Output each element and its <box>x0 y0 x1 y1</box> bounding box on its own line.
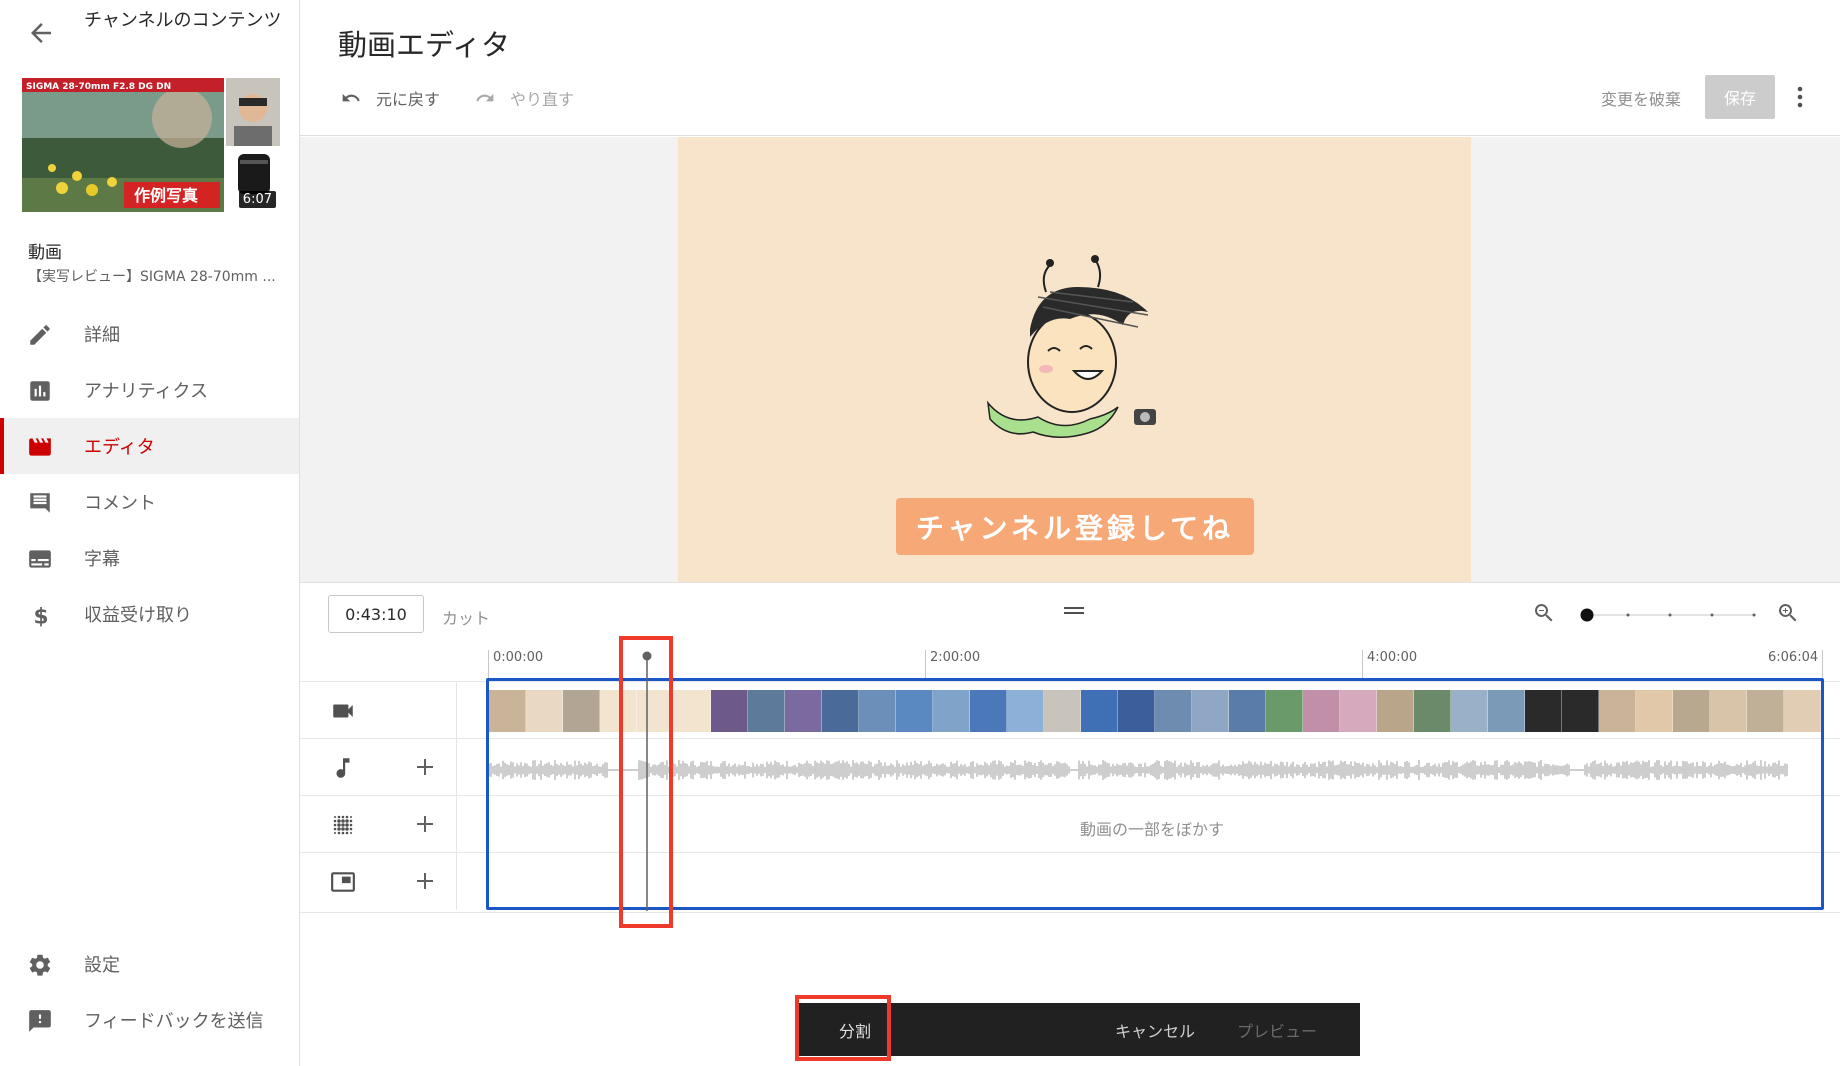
ruler-label: 0:00:00 <box>493 650 544 665</box>
mode-label: カット <box>442 609 491 628</box>
feedback-icon <box>27 1008 53 1034</box>
sidebar-item-label: 詳細 <box>84 325 120 346</box>
ruler-tick <box>1362 650 1363 680</box>
sidebar-item-details[interactable]: 詳細 <box>0 306 299 362</box>
end-screen-icon <box>330 869 356 895</box>
analytics-icon <box>27 378 53 404</box>
zoom-out-icon[interactable] <box>1532 601 1556 625</box>
video-section-label: 動画 <box>28 243 62 263</box>
sidebar-item-label: アナリティクス <box>84 381 209 402</box>
sidebar-item-label: 収益受け取り <box>84 605 192 626</box>
zoom-in-icon[interactable] <box>1776 601 1800 625</box>
undo-label: 元に戻す <box>376 90 441 109</box>
thumbnail-header-text: SIGMA 28-70mm F2.8 DG DN <box>26 82 171 92</box>
tracks-divider <box>300 912 1840 913</box>
video-thumbnail[interactable]: SIGMA 28-70mm F2.8 DG DN 作例写真 <box>22 78 224 212</box>
end-screen-track-header <box>300 853 457 910</box>
video-track-header <box>300 682 457 739</box>
clapperboard-icon <box>27 434 53 460</box>
redo-button[interactable]: やり直す <box>472 84 574 112</box>
music-note-icon <box>330 755 356 781</box>
undo-button[interactable]: 元に戻す <box>338 84 440 112</box>
sidebar-item-analytics[interactable]: アナリティクス <box>0 362 299 418</box>
sidebar-item-label: 字幕 <box>84 549 120 570</box>
sidebar-item-settings[interactable]: 設定 <box>0 936 299 992</box>
redo-label: やり直す <box>510 90 575 109</box>
resize-handle-icon[interactable] <box>1064 601 1084 614</box>
playhead[interactable] <box>642 651 652 911</box>
sidebar-item-monetization[interactable]: $ 収益受け取り <box>0 586 299 642</box>
zoom-slider[interactable] <box>1580 607 1760 622</box>
sidebar-item-feedback[interactable]: フィードバックを送信 <box>0 992 299 1048</box>
preview-button[interactable]: プレビュー <box>1237 1003 1317 1056</box>
sidebar-item-subtitles[interactable]: 字幕 <box>0 530 299 586</box>
add-blur-icon[interactable] <box>414 813 436 835</box>
comment-icon <box>27 490 53 516</box>
current-time-input[interactable]: 0:43:10 <box>328 595 424 633</box>
page-title: 動画エディタ <box>338 28 510 62</box>
discard-changes-button[interactable]: 変更を破棄 <box>1601 86 1681 110</box>
svg-text:$: $ <box>34 605 49 628</box>
pencil-icon <box>27 322 53 348</box>
blur-track-header <box>300 796 457 853</box>
back-arrow-icon[interactable] <box>26 18 56 48</box>
video-thumbnail-side: 6:07 <box>226 78 280 212</box>
sidebar-item-label: フィードバックを送信 <box>84 1011 264 1032</box>
sidebar-item-comments[interactable]: コメント <box>0 474 299 530</box>
sidebar-item-editor[interactable]: エディタ <box>0 418 299 474</box>
subtitles-icon <box>27 546 53 572</box>
sidebar: チャンネルのコンテンツ SIGMA 28-70mm F2.8 DG DN 作例写… <box>0 0 300 1066</box>
video-preview-frame[interactable]: チャンネル登録してね <box>678 137 1471 582</box>
video-camera-icon <box>330 698 356 724</box>
ruler-tick <box>925 650 926 680</box>
more-options-icon[interactable] <box>1794 82 1806 112</box>
zoom-slider-knob[interactable] <box>1580 608 1594 622</box>
timeline-clip-selection[interactable] <box>486 678 1824 910</box>
subscribe-banner: チャンネル登録してね <box>896 498 1254 555</box>
add-audio-icon[interactable] <box>414 756 436 778</box>
sidebar-item-label: コメント <box>84 493 156 514</box>
video-preview-area: チャンネル登録してね <box>300 137 1840 582</box>
edit-action-bar: 分割 キャンセル プレビュー <box>795 1003 1360 1056</box>
ruler-label: 4:00:00 <box>1367 650 1418 665</box>
cancel-button[interactable]: キャンセル <box>1115 1003 1195 1056</box>
sidebar-item-label: エディタ <box>84 437 155 458</box>
gear-icon <box>27 952 53 978</box>
channel-content-title[interactable]: チャンネルのコンテンツ <box>84 10 284 32</box>
ruler-label: 2:00:00 <box>930 650 981 665</box>
add-end-screen-icon[interactable] <box>414 870 436 892</box>
editor-header: 動画エディタ 元に戻す やり直す 変更を破棄 保存 <box>300 0 1840 136</box>
thumbnail-badge-text: 作例写真 <box>134 186 198 205</box>
timeline-toolbar: 0:43:10 カット <box>300 582 1840 656</box>
dollar-icon: $ <box>27 602 53 630</box>
redo-icon <box>476 93 494 102</box>
blur-icon <box>330 812 356 838</box>
split-button[interactable]: 分割 <box>820 1003 890 1056</box>
undo-icon <box>342 93 360 102</box>
ruler-tick <box>488 650 489 680</box>
save-button[interactable]: 保存 <box>1705 75 1775 119</box>
sidebar-item-label: 設定 <box>84 955 120 976</box>
ruler-tick <box>1822 650 1823 680</box>
video-duration: 6:07 <box>238 191 276 208</box>
audio-track-header <box>300 739 457 796</box>
video-name: 【実写レビュー】SIGMA 28-70mm ... <box>28 269 276 285</box>
ruler-label: 6:06:04 <box>1768 650 1819 665</box>
